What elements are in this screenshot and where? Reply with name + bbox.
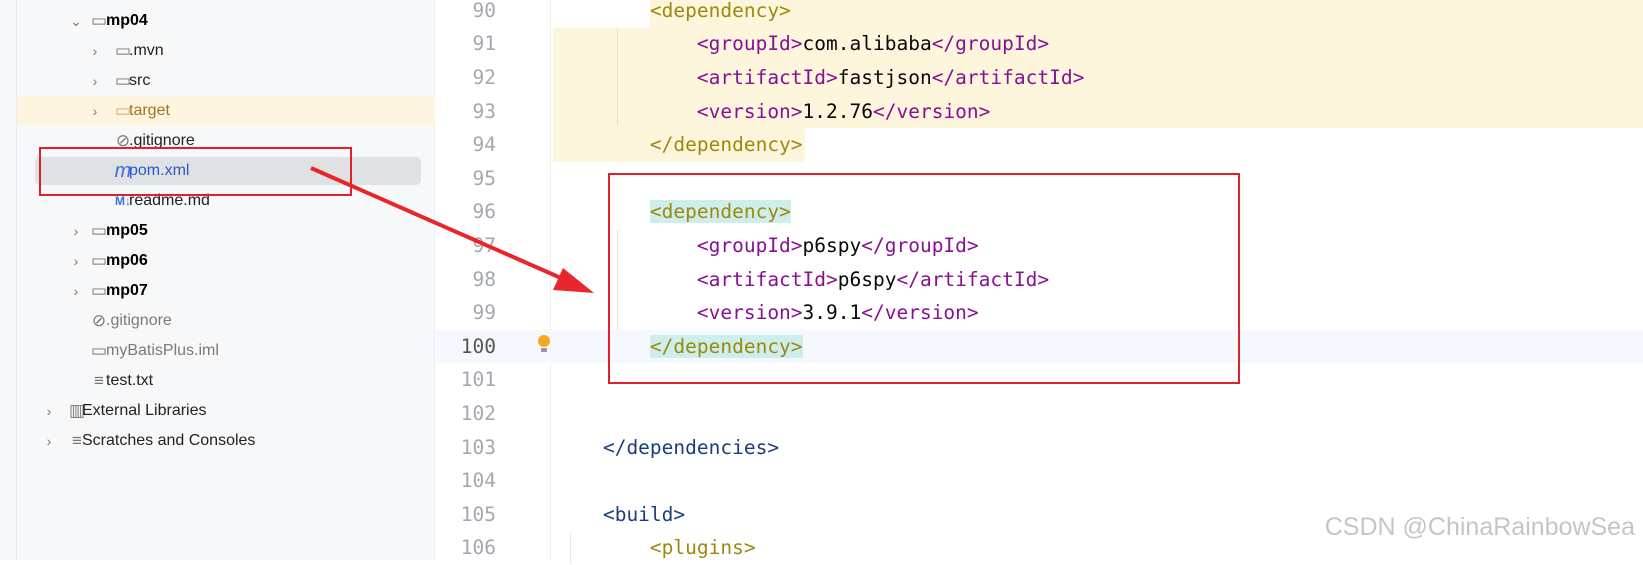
arrow-head: [553, 268, 594, 293]
arrow-shaft: [310, 166, 571, 284]
highlight-box-dependency: [608, 173, 1240, 384]
highlight-box-pom: [39, 147, 352, 196]
annotation-overlay: [39, 147, 1240, 384]
